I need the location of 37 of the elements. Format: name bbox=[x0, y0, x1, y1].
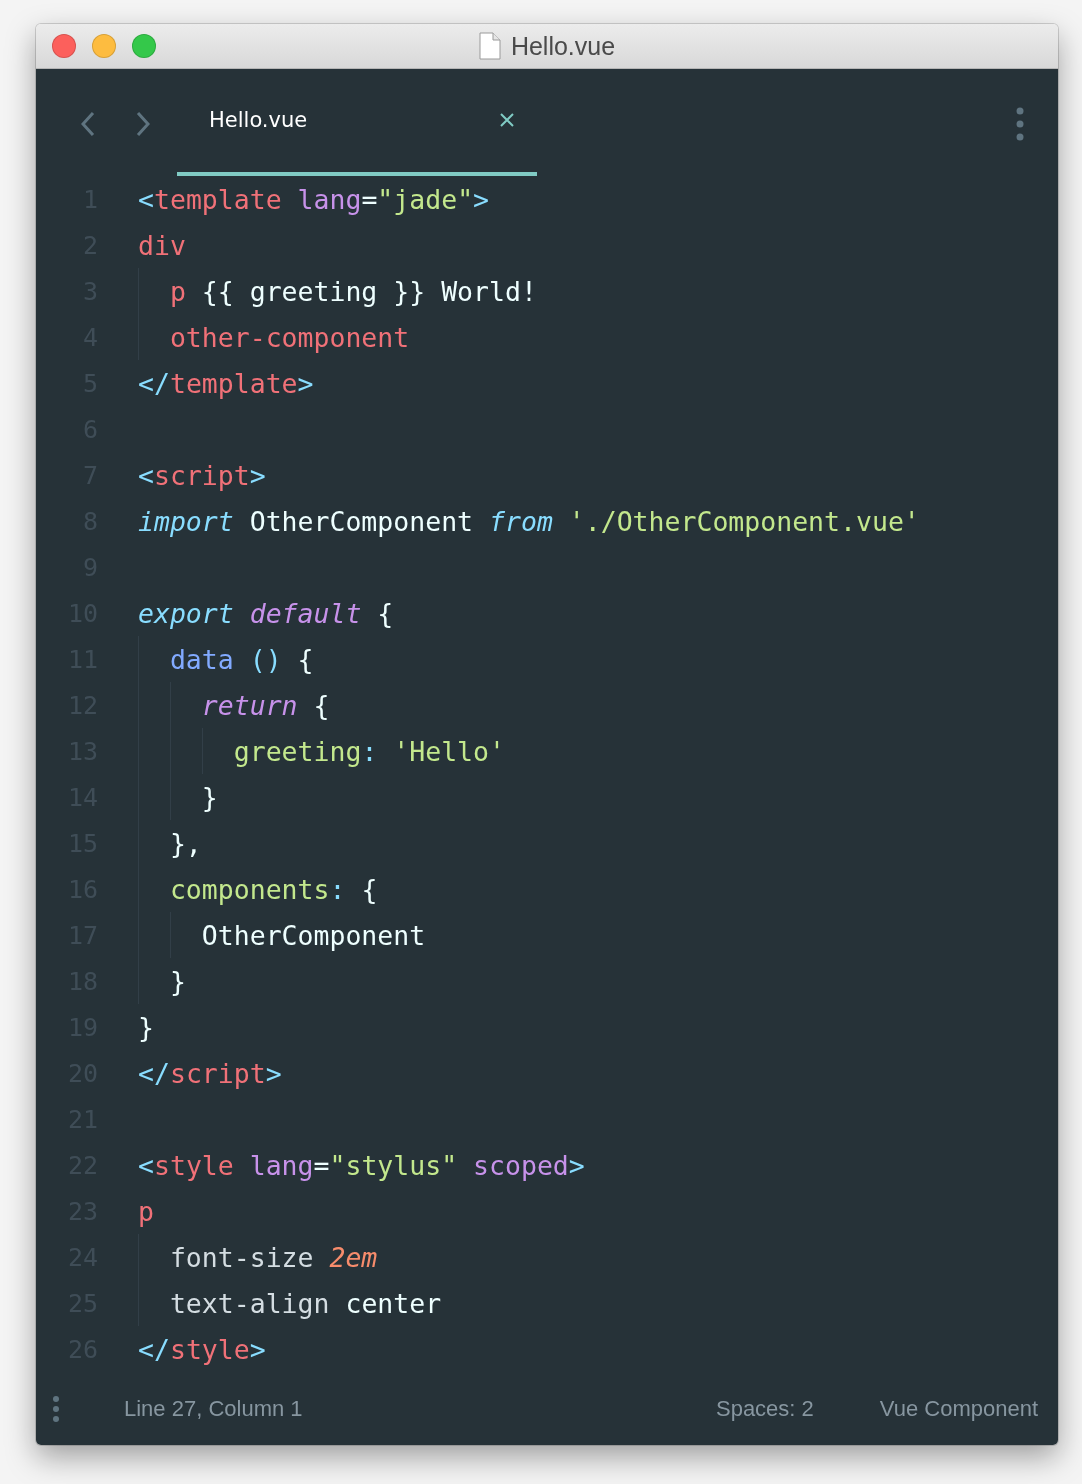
code-line: <script> bbox=[138, 458, 266, 493]
close-icon[interactable] bbox=[499, 112, 515, 128]
close-button[interactable] bbox=[52, 34, 76, 58]
window-title: Hello.vue bbox=[510, 31, 616, 61]
minimize-button[interactable] bbox=[92, 34, 116, 58]
code-line: </script> bbox=[138, 1056, 282, 1091]
code-line: OtherComponent bbox=[138, 912, 426, 958]
code-line: text-align center bbox=[138, 1280, 442, 1326]
code-line: import OtherComponent from './OtherComponent.vue' bbox=[138, 504, 920, 539]
code-line: return { bbox=[138, 682, 330, 728]
code-line: data () { bbox=[138, 636, 314, 682]
chevron-left-icon[interactable] bbox=[81, 111, 95, 137]
code-line: p bbox=[138, 1194, 154, 1229]
code-line: <style lang="stylus" scoped> bbox=[138, 1148, 585, 1183]
code-line: font-size 2em bbox=[138, 1234, 378, 1280]
code-line: </template> bbox=[138, 366, 314, 401]
code-line: export default { bbox=[138, 596, 394, 631]
code-line: } bbox=[138, 958, 186, 1004]
code-line: p {{ greeting }} World! bbox=[138, 268, 537, 314]
document-icon bbox=[478, 32, 501, 60]
code-line: greeting: 'Hello' bbox=[138, 728, 505, 774]
editor-tab[interactable]: Hello.vue bbox=[177, 69, 537, 176]
code-line: <template lang="jade"> bbox=[138, 182, 490, 217]
code-line: } bbox=[138, 774, 218, 820]
zoom-button[interactable] bbox=[132, 34, 156, 58]
indentation-setting[interactable]: Spaces: 2 bbox=[715, 1396, 814, 1422]
more-icon[interactable] bbox=[1016, 107, 1024, 141]
syntax-setting[interactable]: Vue Component bbox=[879, 1396, 1038, 1422]
code-line: components: { bbox=[138, 866, 378, 912]
code-line: div bbox=[138, 228, 186, 263]
cursor-position: Line 27, Column 1 bbox=[124, 1396, 303, 1422]
code-line: }, bbox=[138, 820, 202, 866]
code-line: } bbox=[138, 1010, 154, 1045]
code-line: </style> bbox=[138, 1332, 266, 1367]
code-line: other-component bbox=[138, 314, 410, 360]
more-icon[interactable] bbox=[52, 1395, 60, 1423]
chevron-right-icon[interactable] bbox=[136, 111, 150, 137]
